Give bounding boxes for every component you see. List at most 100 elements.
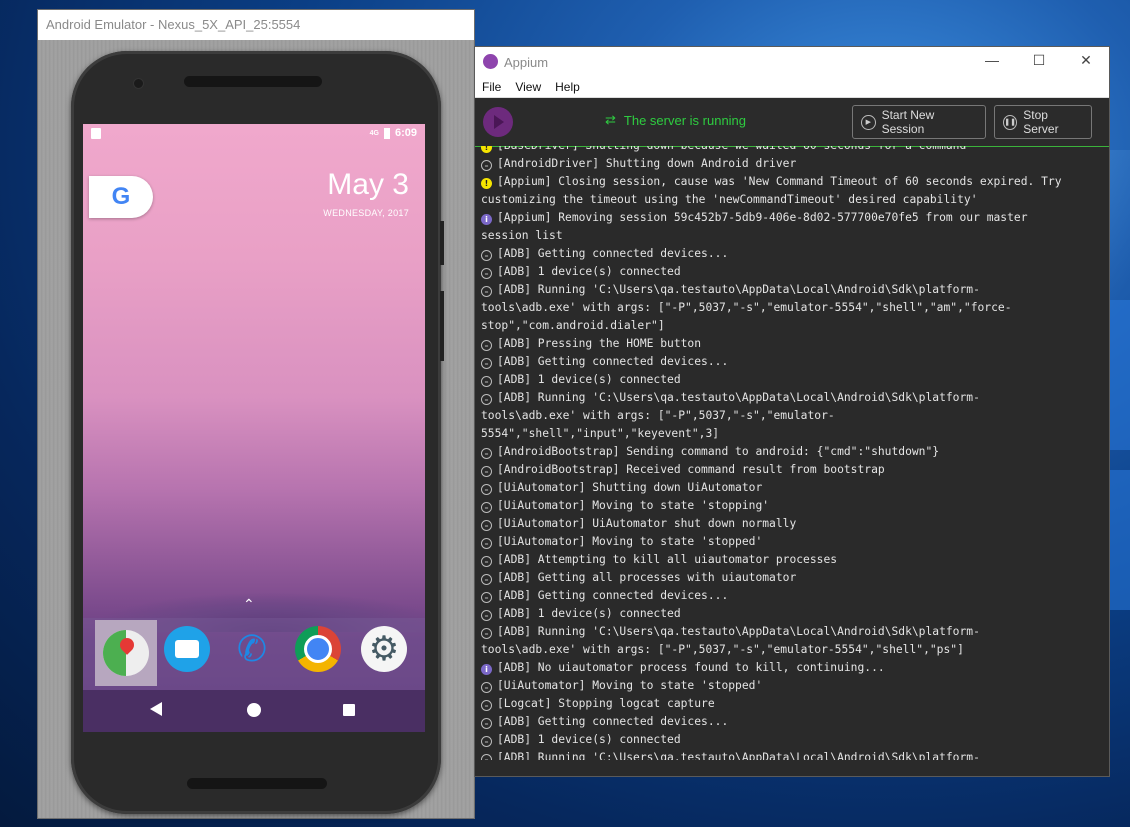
log-line: i [ADB] No uiautomator process found to k… — [481, 659, 1103, 677]
phone-screen[interactable]: 4G 6:09 G May 3 WEDNESDAY, 2017 ⌃ ✆ ⚙ — [83, 124, 425, 732]
home-icon[interactable] — [247, 703, 261, 717]
log-text: [ADB] Running 'C:\Users\qa.testauto\AppD… — [497, 751, 980, 760]
volume-button[interactable] — [440, 291, 444, 361]
debug-level-icon: – — [481, 628, 492, 639]
log-text: [ADB] Running 'C:\Users\qa.testauto\AppD… — [497, 283, 980, 296]
log-line: stop","com.android.dialer"] — [481, 317, 1103, 335]
log-text: [BaseDriver] Shutting down because we wa… — [497, 146, 966, 152]
log-line: – [ADB] Getting connected devices... — [481, 245, 1103, 263]
log-line: – [UiAutomator] Moving to state 'stopped' — [481, 533, 1103, 551]
log-line: tools\adb.exe' with args: ["-P",5037,"-s… — [481, 299, 1103, 317]
log-text: [ADB] 1 device(s) connected — [497, 607, 681, 620]
debug-level-icon: – — [481, 466, 492, 477]
date-widget[interactable]: May 3 — [327, 168, 409, 202]
log-line: – [ADB] 1 device(s) connected — [481, 731, 1103, 749]
google-search-widget[interactable]: G — [89, 176, 153, 218]
desktop-window-logo-pane — [1108, 300, 1130, 450]
log-line: – [ADB] Getting connected devices... — [481, 353, 1103, 371]
android-nav-bar — [83, 690, 425, 732]
log-line: ! [Appium] Closing session, cause was 'Ne… — [481, 173, 1103, 191]
debug-level-icon: – — [481, 682, 492, 693]
maximize-button[interactable]: ☐ — [1024, 52, 1054, 69]
log-text: [ADB] Getting connected devices... — [497, 247, 729, 260]
log-text: [ADB] Getting connected devices... — [497, 715, 729, 728]
emulator-title: Android Emulator - Nexus_5X_API_25:5554 — [38, 10, 474, 40]
log-line: – [ADB] Getting all processes with uiauto… — [481, 569, 1103, 587]
log-lines: ! [BaseDriver] Shutting down because we w… — [481, 146, 1103, 760]
menu-bar: File View Help — [475, 77, 1109, 98]
appium-titlebar: Appium — ☐ ✕ — [475, 47, 1109, 77]
maps-icon — [103, 630, 149, 676]
debug-level-icon: – — [481, 700, 492, 711]
debug-level-icon: – — [481, 754, 492, 760]
emulator-body: 4G 6:09 G May 3 WEDNESDAY, 2017 ⌃ ✆ ⚙ — [38, 40, 474, 818]
settings-icon: ⚙ — [368, 630, 400, 668]
log-line: – [AndroidDriver] Shutting down Android d… — [481, 155, 1103, 173]
log-line: – [ADB] Getting connected devices... — [481, 713, 1103, 731]
server-toolbar: ⇄ The server is running ▶ Start New Sess… — [475, 98, 1109, 147]
log-line: – [UiAutomator] UiAutomator shut down nor… — [481, 515, 1103, 533]
menu-view[interactable]: View — [513, 80, 543, 94]
log-line: – [AndroidBootstrap] Received command res… — [481, 461, 1103, 479]
messages-icon — [175, 640, 199, 658]
close-button[interactable]: ✕ — [1071, 52, 1101, 69]
server-running-icon: ⇄ — [605, 112, 616, 127]
debug-level-icon: – — [481, 556, 492, 567]
server-status-text: The server is running — [623, 112, 747, 128]
server-log[interactable]: ! [BaseDriver] Shutting down because we w… — [475, 146, 1109, 760]
log-text: [UiAutomator] Moving to state 'stopped' — [497, 679, 763, 692]
log-text: [AndroidBootstrap] Sending command to an… — [497, 445, 940, 458]
debug-level-icon: – — [481, 736, 492, 747]
network-indicator: 4G — [369, 129, 379, 137]
log-text: session list — [481, 229, 563, 242]
log-line: session list — [481, 227, 1103, 245]
stop-server-button[interactable]: ❚❚ Stop Server — [994, 105, 1092, 139]
start-new-session-button[interactable]: ▶ Start New Session — [852, 105, 986, 139]
pause-icon: ❚❚ — [1003, 114, 1018, 130]
google-icon: G — [111, 183, 131, 210]
log-line: – [ADB] Running 'C:\Users\qa.testauto\App… — [481, 389, 1103, 407]
power-button[interactable] — [440, 221, 444, 265]
debug-level-icon: – — [481, 376, 492, 387]
maps-app-icon[interactable] — [95, 620, 157, 686]
android-emulator-window: Android Emulator - Nexus_5X_API_25:5554 … — [37, 9, 475, 819]
debug-level-icon: – — [481, 718, 492, 729]
log-text: [AndroidBootstrap] Received command resu… — [497, 463, 885, 476]
log-line: – [AndroidBootstrap] Sending command to a… — [481, 443, 1103, 461]
recents-icon[interactable] — [343, 704, 355, 716]
chrome-app-icon[interactable] — [295, 626, 341, 672]
messages-app-icon[interactable] — [164, 626, 210, 672]
log-text: 5554","shell","input","keyevent",3] — [481, 427, 720, 440]
log-text: [Appium] Removing session 59c452b7-5db9-… — [497, 211, 1028, 224]
sd-card-icon — [91, 128, 101, 139]
date-weekday: WEDNESDAY, 2017 — [323, 208, 409, 218]
settings-app-icon[interactable]: ⚙ — [361, 626, 407, 672]
log-line: – [Logcat] Stopping logcat capture — [481, 695, 1103, 713]
menu-help[interactable]: Help — [553, 80, 582, 94]
debug-level-icon: – — [481, 520, 492, 531]
status-bar: 4G 6:09 — [83, 124, 425, 144]
back-icon[interactable] — [150, 702, 162, 716]
debug-level-icon: – — [481, 268, 492, 279]
play-icon: ▶ — [861, 114, 876, 130]
phone-app-icon[interactable]: ✆ — [229, 626, 275, 672]
log-text: [ADB] Pressing the HOME button — [497, 337, 702, 350]
debug-level-icon: – — [481, 610, 492, 621]
log-text: [ADB] Attempting to kill all uiautomator… — [497, 553, 838, 566]
app-drawer-chevron-icon[interactable]: ⌃ — [243, 596, 255, 613]
debug-level-icon: – — [481, 286, 492, 297]
log-line: 5554","shell","input","keyevent",3] — [481, 425, 1103, 443]
debug-level-icon: – — [481, 340, 492, 351]
phone-frame: 4G 6:09 G May 3 WEDNESDAY, 2017 ⌃ ✆ ⚙ — [71, 51, 444, 814]
server-status: ⇄ The server is running — [605, 112, 746, 128]
debug-level-icon: – — [481, 250, 492, 261]
log-text: [UiAutomator] Moving to state 'stopping' — [497, 499, 770, 512]
log-line: customizing the timeout using the 'newCo… — [481, 191, 1103, 209]
menu-file[interactable]: File — [480, 80, 503, 94]
home-dock: ✆ ⚙ — [83, 618, 425, 690]
info-level-icon: i — [481, 664, 492, 675]
minimize-button[interactable]: — — [977, 52, 1007, 68]
appium-window: Appium — ☐ ✕ File View Help ⇄ The server… — [474, 46, 1110, 777]
log-line: tools\adb.exe' with args: ["-P",5037,"-s… — [481, 641, 1103, 659]
debug-level-icon: – — [481, 502, 492, 513]
